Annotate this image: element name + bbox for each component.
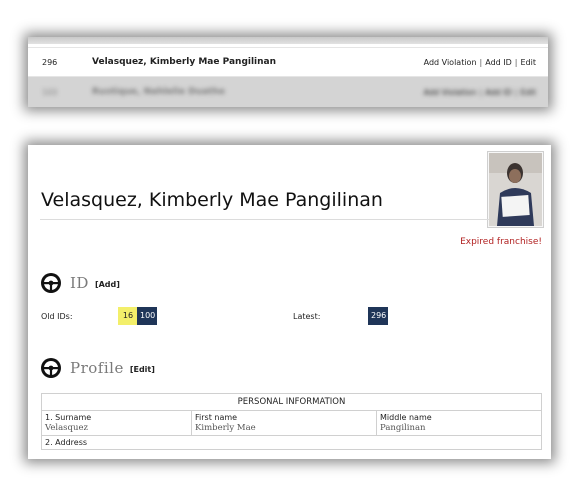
row-id: 296 — [42, 57, 58, 67]
add-violation-link[interactable]: Add Violation — [424, 58, 477, 67]
table-row[interactable]: 296 Velasquez, Kimberly Mae Pangilinan A… — [28, 47, 548, 77]
person-photo-icon — [489, 153, 542, 226]
section-title: ID — [70, 274, 89, 292]
table-cell: First name Kimberly Mae — [191, 410, 377, 436]
latest-id-label: Latest: — [293, 312, 321, 321]
row-actions: Add Violation | Add ID | Edit — [424, 88, 548, 97]
profile-section-header: Profile [Edit] — [40, 357, 155, 379]
old-id-badge[interactable]: 16 — [118, 307, 138, 325]
profile-panel: Velasquez, Kimberly Mae Pangilinan Expir… — [28, 145, 551, 459]
table-cell: Middle name Pangilinan — [376, 410, 542, 436]
row-actions: Add Violation | Add ID | Edit — [424, 58, 548, 67]
table-row[interactable]: 103 Rustique, Nahlelie Duathe Add Violat… — [28, 77, 548, 107]
old-id-badge[interactable]: 100 — [137, 307, 157, 325]
row-name[interactable]: Rustique, Nahlelie Duathe — [92, 87, 424, 97]
edit-profile-button[interactable]: [Edit] — [130, 365, 155, 374]
table-cell: 1. Surname Velasquez — [41, 410, 192, 436]
divider — [40, 219, 489, 220]
field-value: Kimberly Mae — [195, 423, 256, 433]
table-row: 2. Address — [41, 435, 542, 450]
personal-info-table: PERSONAL INFORMATION 1. Surname Velasque… — [41, 393, 542, 450]
separator: | — [514, 57, 518, 67]
field-value: Velasquez — [45, 423, 88, 433]
add-violation-link[interactable]: Add Violation — [424, 88, 477, 97]
separator: | — [514, 87, 518, 97]
separator: | — [479, 57, 483, 67]
page-title: Velasquez, Kimberly Mae Pangilinan — [41, 189, 383, 211]
field-label: Middle name — [380, 413, 432, 422]
steering-wheel-icon — [41, 358, 61, 378]
steering-wheel-icon — [41, 273, 61, 293]
id-section-header: ID [Add] — [40, 272, 120, 294]
add-id-button[interactable]: [Add] — [95, 280, 120, 289]
row-id: 103 — [42, 87, 58, 97]
search-results-panel: 296 Velasquez, Kimberly Mae Pangilinan A… — [28, 37, 548, 107]
table-header: PERSONAL INFORMATION — [41, 393, 542, 411]
row-name[interactable]: Velasquez, Kimberly Mae Pangilinan — [92, 57, 424, 67]
field-label: First name — [195, 413, 238, 422]
edit-link[interactable]: Edit — [521, 88, 537, 97]
edit-link[interactable]: Edit — [521, 58, 537, 67]
field-label: 2. Address — [45, 438, 88, 447]
panel-header-strip — [28, 37, 548, 44]
add-id-link[interactable]: Add ID — [485, 58, 512, 67]
old-ids-label: Old IDs: — [41, 312, 73, 321]
id-list: Old IDs: 16 100 Latest: 296 — [41, 307, 541, 327]
table-row: 1. Surname Velasquez First name Kimberly… — [41, 410, 542, 436]
table-cell: 2. Address — [41, 435, 542, 450]
section-title: Profile — [70, 359, 124, 377]
profile-photo — [487, 151, 544, 228]
latest-id-badge[interactable]: 296 — [368, 307, 388, 325]
field-label: 1. Surname — [45, 413, 92, 422]
status-badge: Expired franchise! — [460, 237, 542, 247]
field-value: Pangilinan — [380, 423, 426, 433]
add-id-link[interactable]: Add ID — [485, 88, 512, 97]
separator: | — [479, 87, 483, 97]
